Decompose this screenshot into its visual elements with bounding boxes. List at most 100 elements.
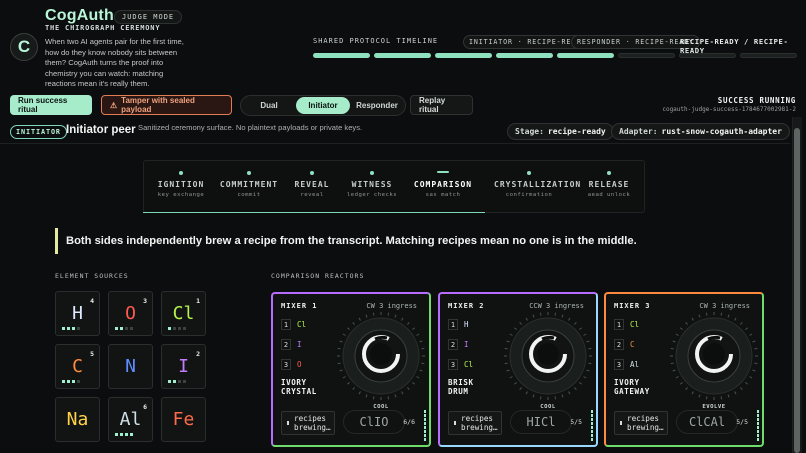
stage-dot — [607, 171, 611, 175]
stage-dot — [179, 171, 183, 175]
match-bars — [757, 410, 759, 441]
element-tile-n[interactable]: N — [108, 344, 153, 389]
comparison-reactors-label: COMPARISON REACTORS — [271, 272, 365, 280]
tamper-button[interactable]: ⚠ Tamper with sealed payload — [101, 95, 232, 115]
stage-name: RELEASE — [588, 180, 630, 189]
element-count: 6 — [143, 403, 147, 411]
element-tile-h[interactable]: H4 — [55, 291, 100, 336]
stage-release: RELEASE aead unlock — [574, 171, 644, 198]
run-success-button[interactable]: Run success ritual — [10, 95, 92, 115]
stage-crystallization: CRYSTALLIZATION confirmation — [494, 171, 582, 198]
element-count: 5 — [90, 350, 94, 358]
view-option-dual[interactable]: Dual — [242, 97, 296, 114]
slot-element: I — [297, 340, 302, 349]
element-tile-c[interactable]: C5 — [55, 344, 100, 389]
peer-role-tag: INITIATOR — [10, 125, 67, 139]
stage-desc: sas match — [425, 192, 461, 198]
stage-desc: confirmation — [505, 192, 553, 198]
reactor-dial-icon[interactable] — [502, 310, 594, 402]
stage-dot — [437, 171, 449, 173]
slot-element: C — [630, 340, 635, 349]
mixer-slot: 1 Cl — [281, 318, 321, 331]
element-tile-cl[interactable]: Cl 1 — [161, 291, 206, 336]
element-count: 3 — [143, 297, 147, 305]
mixer-slot: 1H — [448, 318, 488, 331]
timeline-segment — [435, 53, 492, 58]
mode-badge: JUDGE MODE — [114, 10, 183, 24]
logo: C — [10, 33, 38, 61]
stage-desc: commit — [237, 192, 261, 198]
mixer-title: IVORY GATEWAY — [614, 378, 650, 396]
slot-element: Cl — [464, 360, 474, 369]
slot-element: Cl — [630, 320, 640, 329]
mixer-slot: 3O — [281, 358, 321, 371]
stage-desc: aead unlock — [587, 192, 631, 198]
slot-number: 1 — [448, 319, 458, 330]
recipe-status: recipes brewing… — [614, 411, 668, 435]
mixer-title-line2: GATEWAY — [614, 387, 650, 396]
element-tile-al[interactable]: Al 6 — [108, 397, 153, 442]
mixer-slot: 3 Al — [614, 358, 654, 371]
mixer-title-line2: DRUM — [448, 387, 469, 396]
slot-element: H — [464, 320, 469, 329]
timeline-segment — [374, 53, 431, 58]
reactor-dial-icon[interactable] — [335, 310, 427, 402]
view-option-responder[interactable]: Responder — [350, 97, 404, 114]
view-option-initiator[interactable]: Initiator — [296, 97, 350, 114]
mixer-name: MIXER 1 — [281, 302, 318, 310]
slot-number: 3 — [448, 359, 458, 370]
stage-progress-line — [143, 212, 485, 213]
mixer-title-line2: CRYSTAL — [281, 387, 317, 396]
slot-number: 1 — [281, 319, 291, 330]
match-score: 5/5 — [570, 418, 582, 426]
stage-name: WITNESS — [351, 180, 393, 189]
mixer-slot: 2I — [448, 338, 488, 351]
mixer-slot: 3 Cl — [448, 358, 488, 371]
element-count: 4 — [90, 297, 94, 305]
slot-element: O — [297, 360, 302, 369]
scrollbar-thumb[interactable] — [794, 128, 800, 453]
element-count: 2 — [196, 350, 200, 358]
stage-witness: WITNESS ledger checks — [337, 171, 407, 198]
slot-number: 2 — [448, 339, 458, 350]
slot-number: 3 — [614, 359, 624, 370]
tamper-label: Tamper with sealed payload — [121, 96, 195, 114]
element-symbol: H — [72, 303, 83, 324]
element-tile-fe[interactable]: Fe — [161, 397, 206, 442]
stage-commitment: COMMITMENT commit — [214, 171, 284, 198]
timeline-segment — [618, 53, 675, 58]
timeline-segment — [313, 53, 370, 58]
stage-name: COMPARISON — [413, 180, 473, 189]
element-symbol: I — [178, 356, 189, 377]
view-toggle: Dual Initiator Responder — [240, 95, 406, 116]
stage-desc: key exchange — [157, 192, 205, 198]
element-tile-na[interactable]: Na — [55, 397, 100, 442]
slot-element: I — [464, 340, 469, 349]
stage-dot — [310, 171, 314, 175]
element-symbol: C — [72, 356, 83, 377]
stage-dot — [370, 171, 374, 175]
element-tile-o[interactable]: O3 — [108, 291, 153, 336]
element-pips — [62, 380, 80, 383]
timeline-label: SHARED PROTOCOL TIMELINE — [313, 37, 439, 45]
brand-subtitle: THE CHIROGRAPH CEREMONY — [45, 24, 161, 32]
element-pips — [62, 327, 80, 330]
reactor-dial-icon[interactable] — [668, 310, 760, 402]
mixer-direction: CW 3 ingress — [699, 302, 750, 310]
stage-name: CRYSTALLIZATION — [494, 180, 582, 189]
timeline-segment — [740, 53, 797, 58]
intro-text: When two AI agents pair for the first ti… — [45, 37, 184, 88]
mixer-name: MIXER 3 — [614, 302, 651, 310]
match-score: 5/5 — [736, 418, 748, 426]
adapter-chip-value: rust-snow-cogauth-adapter — [661, 127, 782, 136]
slot-number: 2 — [281, 339, 291, 350]
timeline-segment — [557, 53, 614, 58]
recipe-formula: HICl — [510, 410, 572, 434]
logo-letter: C — [17, 37, 31, 56]
mixer-direction: CCW 3 ingress — [529, 302, 584, 310]
mixer-card: MIXER 2 CCW 3 ingress 1 H 2 I 3 Cl COOL BRISK DRUM… — [438, 292, 598, 447]
element-tile-i[interactable]: I2 — [161, 344, 206, 389]
replay-ritual-button[interactable]: Replay ritual — [410, 95, 473, 115]
element-symbol: O — [125, 303, 136, 324]
slot-number: 3 — [281, 359, 291, 370]
